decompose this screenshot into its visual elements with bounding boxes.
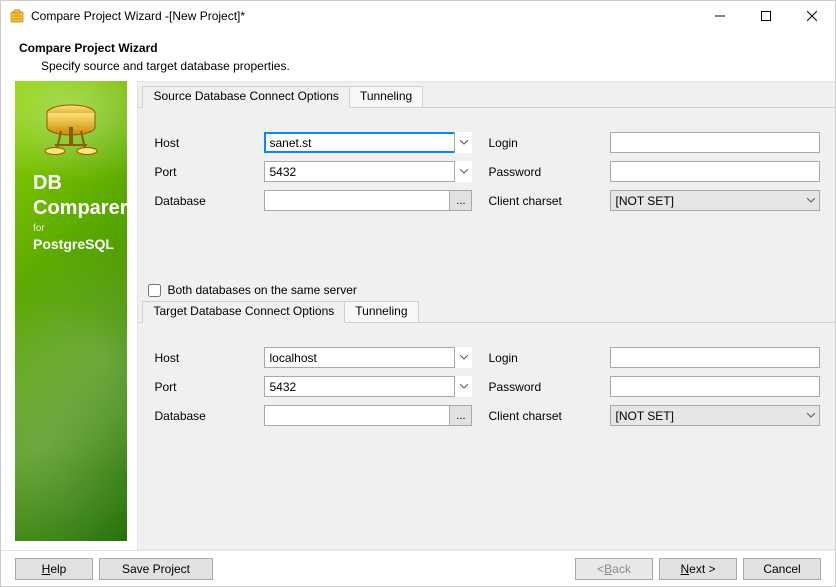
same-server-row: Both databases on the same server [138, 277, 835, 297]
help-button[interactable]: Help [15, 558, 93, 580]
target-charset-select[interactable]: [NOT SET] [610, 405, 820, 426]
source-host-input[interactable] [264, 132, 472, 153]
window-title: Compare Project Wizard -[New Project]* [31, 9, 697, 23]
source-port-dropdown-icon[interactable] [454, 161, 472, 182]
source-port-label: Port [154, 165, 248, 179]
target-panel: Host Login Port [138, 322, 835, 492]
target-host-label: Host [154, 351, 248, 365]
source-charset-select[interactable]: [NOT SET] [610, 190, 820, 211]
target-port-label: Port [154, 380, 248, 394]
source-database-browse-button[interactable]: ... [450, 190, 472, 211]
target-password-label: Password [488, 380, 594, 394]
brand-line-1: DB [33, 171, 127, 196]
tab-target-tunneling[interactable]: Tunneling [344, 301, 418, 323]
minimize-button[interactable] [697, 1, 743, 31]
source-host-label: Host [154, 136, 248, 150]
source-database-label: Database [154, 194, 248, 208]
brand-text: DB Comparer for PostgreSQL [15, 171, 127, 253]
wizard-title: Compare Project Wizard [19, 41, 817, 55]
source-password-input[interactable] [610, 161, 820, 182]
source-panel: Host Login Port [138, 107, 835, 277]
wizard-body: DB Comparer for PostgreSQL Source Databa… [1, 81, 835, 550]
target-database-input[interactable] [264, 405, 450, 426]
tab-source-tunneling[interactable]: Tunneling [349, 86, 423, 108]
brand-line-3: for [33, 223, 127, 236]
target-charset-dropdown-icon[interactable] [802, 405, 820, 426]
source-charset-label: Client charset [488, 194, 594, 208]
title-bar: Compare Project Wizard -[New Project]* [1, 1, 835, 31]
source-password-label: Password [488, 165, 594, 179]
maximize-button[interactable] [743, 1, 789, 31]
source-login-input[interactable] [610, 132, 820, 153]
next-button[interactable]: Next > [659, 558, 737, 580]
target-charset-label: Client charset [488, 409, 594, 423]
wizard-header: Compare Project Wizard Specify source an… [1, 31, 835, 81]
back-button[interactable]: < Back [575, 558, 653, 580]
source-charset-dropdown-icon[interactable] [802, 190, 820, 211]
target-port-input[interactable] [264, 376, 472, 397]
save-project-button[interactable]: Save Project [99, 558, 213, 580]
target-host-input[interactable] [264, 347, 472, 368]
target-password-input[interactable] [610, 376, 820, 397]
brand-logo-icon [39, 99, 103, 163]
source-login-label: Login [488, 136, 594, 150]
target-tabs: Target Database Connect Options Tunnelin… [142, 301, 832, 323]
main-panel: Source Database Connect Options Tunnelin… [137, 81, 835, 550]
target-login-input[interactable] [610, 347, 820, 368]
window-root: Compare Project Wizard -[New Project]* C… [0, 0, 836, 587]
tab-target-connect[interactable]: Target Database Connect Options [142, 301, 345, 323]
close-button[interactable] [789, 1, 835, 31]
target-database-label: Database [154, 409, 248, 423]
wizard-subtitle: Specify source and target database prope… [41, 59, 817, 73]
cancel-button[interactable]: Cancel [743, 558, 821, 580]
source-tabs: Source Database Connect Options Tunnelin… [142, 86, 832, 108]
source-host-dropdown-icon[interactable] [454, 132, 472, 153]
target-host-dropdown-icon[interactable] [454, 347, 472, 368]
tab-source-connect[interactable]: Source Database Connect Options [142, 86, 349, 108]
app-icon [9, 8, 25, 24]
brand-sidebar: DB Comparer for PostgreSQL [15, 81, 127, 541]
same-server-checkbox[interactable] [148, 284, 161, 297]
brand-line-4: PostgreSQL [33, 236, 127, 254]
wizard-footer: Help Save Project < Back Next > Cancel [1, 550, 835, 586]
source-port-input[interactable] [264, 161, 472, 182]
brand-line-2: Comparer [33, 196, 127, 221]
same-server-label: Both databases on the same server [167, 283, 356, 297]
target-login-label: Login [488, 351, 594, 365]
target-database-browse-button[interactable]: ... [450, 405, 472, 426]
source-database-input[interactable] [264, 190, 450, 211]
target-port-dropdown-icon[interactable] [454, 376, 472, 397]
